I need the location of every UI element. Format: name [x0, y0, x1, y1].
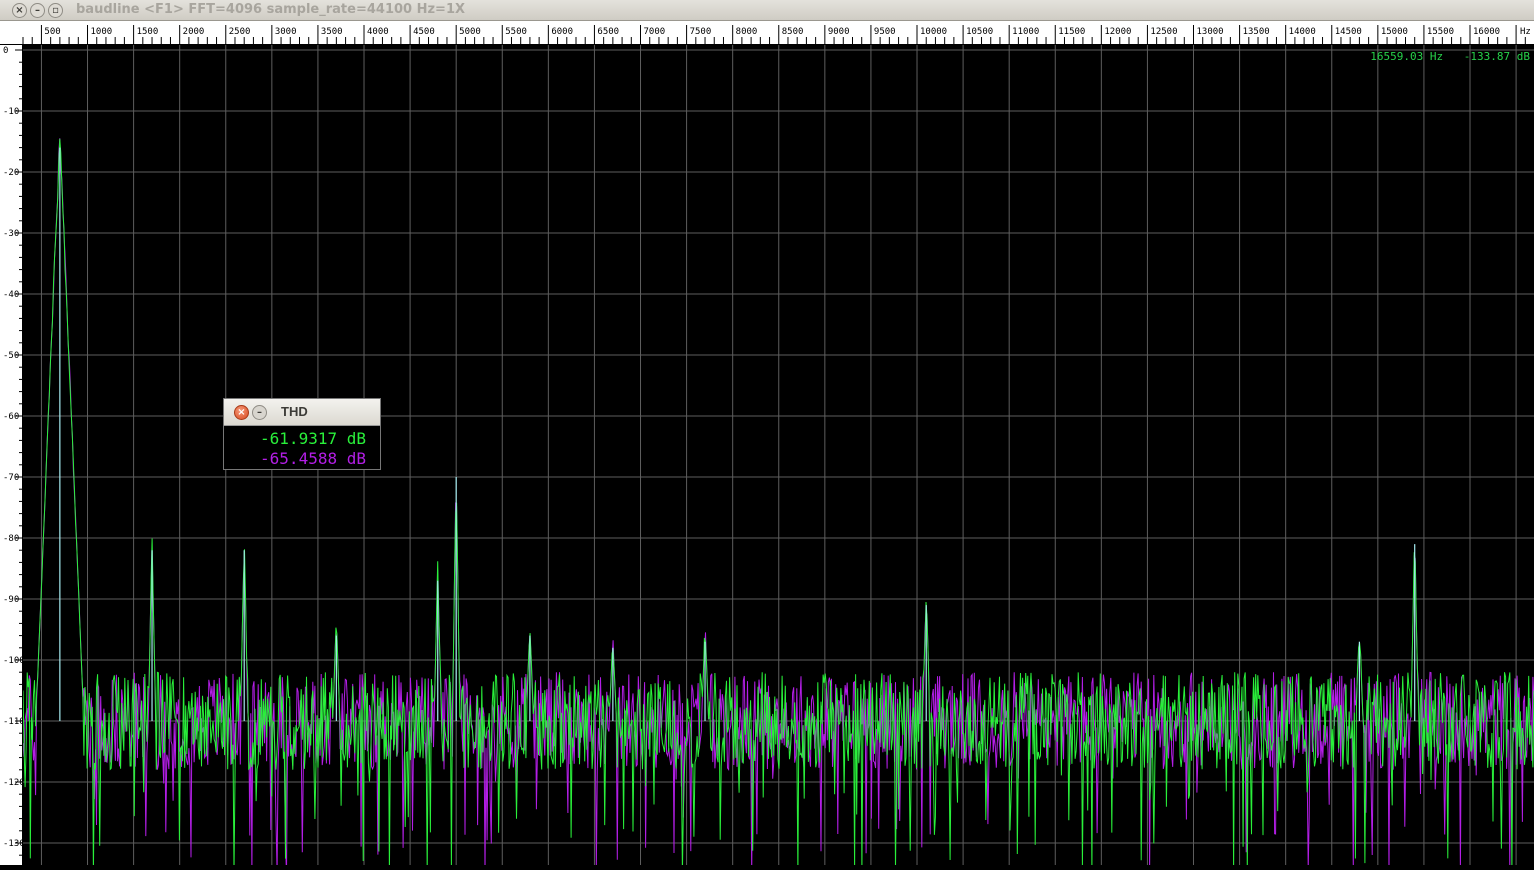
level-tick-label: -40	[3, 290, 19, 300]
cursor-readout: 16559.03 Hz -133.87 dB	[1356, 50, 1530, 63]
frequency-tick-label: 2000	[183, 27, 205, 37]
level-tick-label: -100	[3, 656, 23, 666]
level-tick-label: -30	[3, 229, 19, 239]
frequency-tick-label: 7000	[644, 27, 666, 37]
level-tick-label: -50	[3, 351, 19, 361]
cursor-level: -133.87 dB	[1463, 50, 1530, 63]
frequency-tick-label: 12500	[1150, 27, 1177, 37]
thd-close-button[interactable]: ×	[234, 405, 249, 420]
frequency-tick-label: 16000	[1473, 27, 1500, 37]
frequency-tick-label: 14000	[1289, 27, 1316, 37]
level-tick-label: -70	[3, 473, 19, 483]
frequency-tick-label: 2500	[229, 27, 251, 37]
frequency-tick-label: 4000	[367, 27, 389, 37]
level-ruler-graphic: 0 -10 -20 -30 -40 -50 -60 -70 -80 -90 -100 -110 -120…	[3, 46, 25, 868]
thd-dialog[interactable]: × – THD -61.9317 dB -65.4588 dB	[223, 398, 381, 470]
frequency-tick-label: 10000	[920, 27, 947, 37]
frequency-tick-label: 14500	[1335, 27, 1362, 37]
frequency-ruler-graphic: 500 1000 1500 2000 2500 3000 3500 4000 4500 5000 5…	[22, 25, 1531, 45]
level-tick-label: 0	[3, 46, 8, 56]
level-tick-label: -80	[3, 534, 19, 544]
close-icon: ×	[237, 407, 246, 418]
frequency-tick-label: 15000	[1381, 27, 1408, 37]
frequency-tick-label: 8000	[736, 27, 758, 37]
frequency-tick-label: 15500	[1427, 27, 1454, 37]
thd-dialog-titlebar[interactable]: × – THD	[224, 399, 380, 426]
frequency-tick-label: 3500	[321, 27, 343, 37]
frequency-tick-label: 9000	[828, 27, 850, 37]
frequency-tick-label: 9500	[874, 27, 896, 37]
window-maximize-button[interactable]: ▫	[48, 3, 63, 18]
level-tick-label: -90	[3, 595, 19, 605]
minimize-icon: –	[257, 407, 262, 418]
frequency-tick-label: 500	[44, 27, 60, 37]
minimize-icon: –	[35, 5, 40, 16]
frequency-tick-label: 12000	[1104, 27, 1131, 37]
thd-dialog-title: THD	[281, 404, 308, 419]
level-tick-label: -60	[3, 412, 19, 422]
frequency-unit-label: Hz	[1520, 27, 1531, 37]
title-bar: × – ▫ baudline <F1> FFT=4096 sample_rate…	[0, 0, 1534, 21]
frequency-ruler[interactable]: 500 1000 1500 2000 2500 3000 3500 4000 4500 5000 5…	[0, 21, 1534, 45]
level-tick-label: -20	[3, 168, 19, 178]
frequency-tick-label: 4500	[413, 27, 435, 37]
frequency-tick-label: 3000	[275, 27, 297, 37]
thd-channel-2-value: -65.4588 dB	[260, 449, 366, 468]
frequency-tick-label: 13500	[1243, 27, 1270, 37]
frequency-tick-label: 5000	[459, 27, 481, 37]
frequency-tick-label: 1500	[137, 27, 159, 37]
frequency-tick-label: 8500	[782, 27, 804, 37]
frequency-tick-label: 6000	[551, 27, 573, 37]
frequency-tick-label: 13000	[1197, 27, 1224, 37]
level-tick-label: -130	[3, 839, 23, 849]
level-tick-label: -10	[3, 107, 19, 117]
frequency-tick-label: 5500	[505, 27, 527, 37]
close-icon: ×	[15, 5, 24, 16]
frequency-tick-label: 10500	[966, 27, 993, 37]
cursor-frequency: 16559.03 Hz	[1370, 50, 1444, 63]
frequency-tick-label: 7500	[690, 27, 712, 37]
thd-minimize-button[interactable]: –	[252, 405, 267, 420]
frequency-tick-label: 1000	[91, 27, 113, 37]
level-tick-label: -110	[3, 717, 23, 727]
frequency-tick-label: 11500	[1058, 27, 1085, 37]
window-close-button[interactable]: ×	[12, 3, 27, 18]
maximize-icon: ▫	[52, 5, 59, 16]
frequency-tick-label: 6500	[597, 27, 619, 37]
window-title: baudline <F1> FFT=4096 sample_rate=44100…	[76, 2, 466, 17]
thd-channel-1-value: -61.9317 dB	[260, 429, 366, 448]
frequency-tick-label: 11000	[1012, 27, 1039, 37]
window-minimize-button[interactable]: –	[30, 3, 45, 18]
level-ruler[interactable]: 0 -10 -20 -30 -40 -50 -60 -70 -80 -90 -100 -110 -120…	[0, 45, 25, 868]
level-tick-label: -120	[3, 778, 23, 788]
